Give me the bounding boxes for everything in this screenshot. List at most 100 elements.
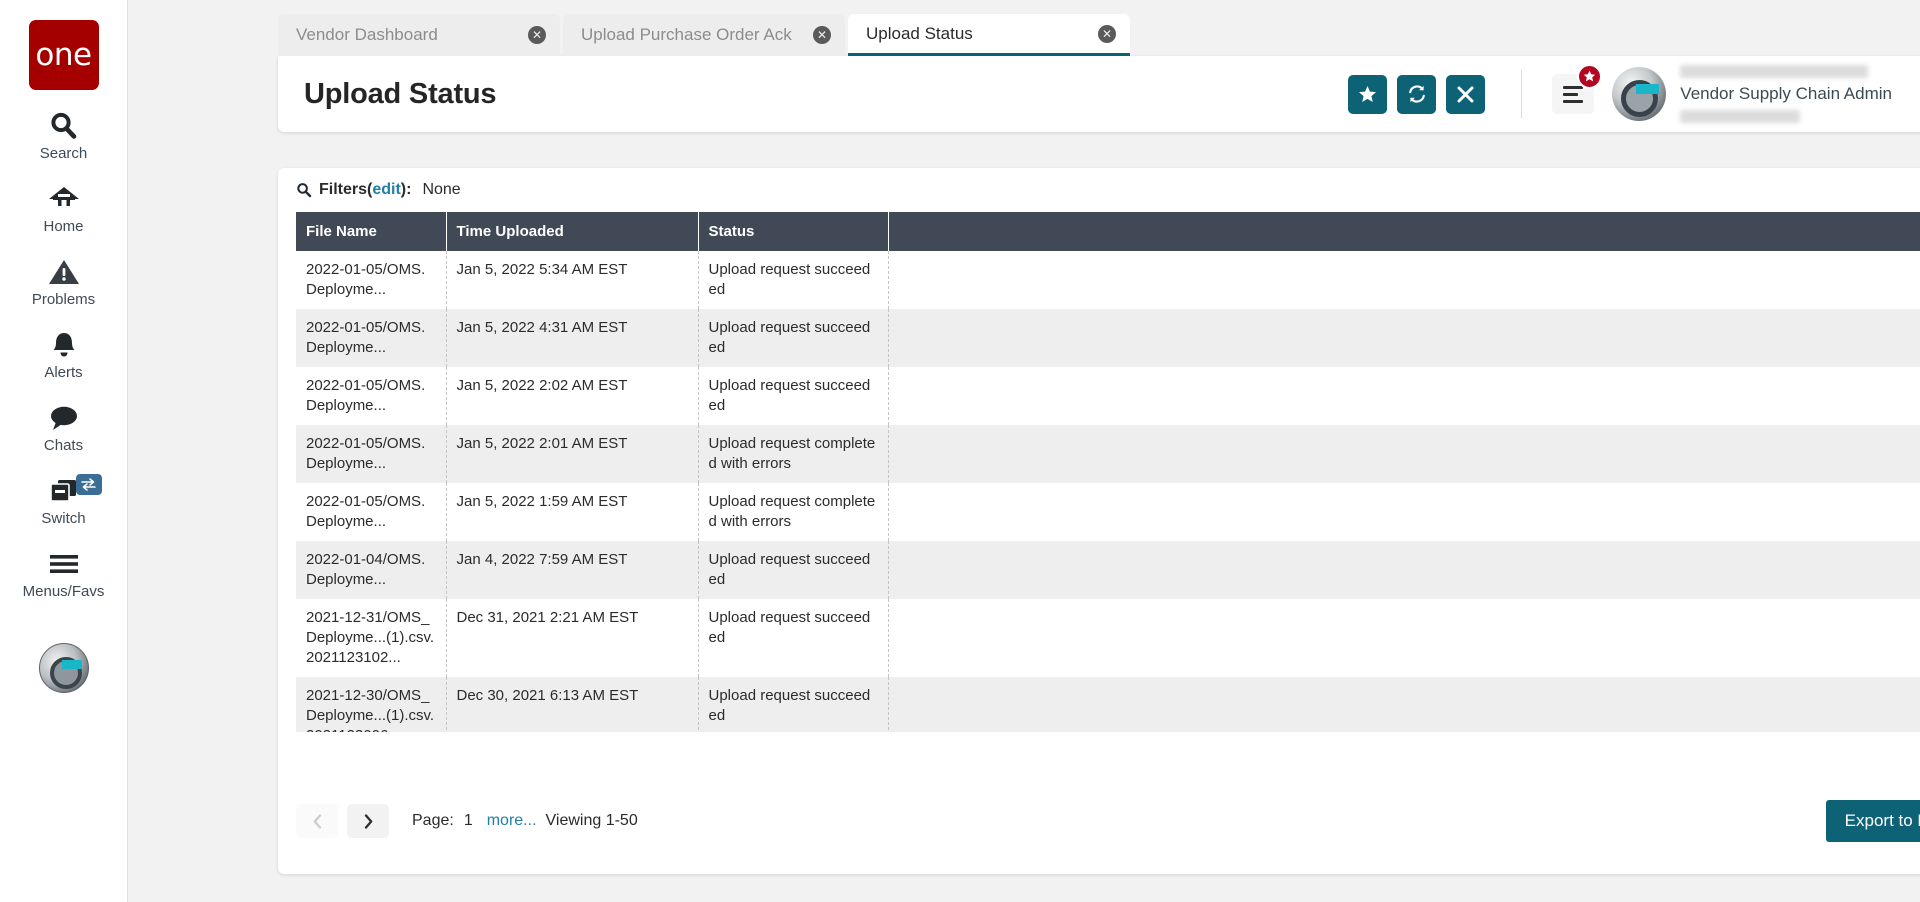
sidebar-item-search[interactable]: Search [0,109,128,163]
tab-label: Vendor Dashboard [296,25,438,44]
cell-filler [888,599,1920,677]
previous-page-button[interactable] [296,804,338,838]
cell-file-name: 2022-01-05/OMS.Deployme... [296,309,447,367]
refresh-icon [1407,84,1427,104]
swap-arrows-icon[interactable] [75,474,102,495]
cell-file-name: 2022-01-04/OMS.Deployme... [296,541,447,599]
menu-button[interactable] [1552,64,1603,114]
redacted-user-name [1680,65,1869,78]
cell-file-name: 2021-12-31/OMS_Deployme...(1).csv.202112… [296,599,447,677]
cell-status: Upload request succeeded [698,309,889,367]
cell-time-uploaded: Dec 31, 2021 2:21 AM EST [446,599,699,677]
windows-stack-icon [48,474,80,508]
header-divider [1521,70,1523,118]
upload-status-table: File Name Time Uploaded Status [296,212,1920,251]
cell-filler [888,367,1920,425]
sidebar-item-menus-favs[interactable]: Menus/Favs [0,547,128,601]
sidebar-item-problems[interactable]: Problems [0,255,128,309]
sidebar-item-label: Chats [43,437,84,454]
avatar[interactable] [38,643,89,693]
sidebar-item-label: Problems [31,291,96,308]
close-button[interactable] [1446,74,1486,114]
warning-triangle-icon [48,255,80,289]
next-page-button[interactable] [347,804,389,838]
filters-edit-link[interactable]: edit [372,181,400,199]
user-role: Vendor Supply Chain Admin [1680,84,1892,103]
sidebar-item-label: Menus/Favs [22,583,105,600]
search-icon [296,182,312,198]
table-row[interactable]: 2021-12-31/OMS_Deployme...(1).csv.202112… [296,599,1920,677]
table-row[interactable]: 2022-01-05/OMS.Deployme... Jan 5, 2022 2… [296,425,1920,483]
cell-filler [888,483,1920,541]
table-row[interactable]: 2021-12-30/OMS_Deployme...(1).csv.202112… [296,677,1920,732]
sidebar-item-alerts[interactable]: Alerts [0,328,128,382]
table-row[interactable]: 2022-01-05/OMS.Deployme... Jan 5, 2022 1… [296,483,1920,541]
main-area: Vendor Dashboard ✕ Upload Purchase Order… [128,0,1920,902]
hamburger-menu-icon [1563,84,1584,105]
table-row[interactable]: 2022-01-05/OMS.Deployme... Jan 5, 2022 2… [296,367,1920,425]
hamburger-icon [47,547,81,581]
more-pages-link[interactable]: more... [487,812,537,830]
viewing-range: Viewing 1-50 [545,812,638,829]
cell-status: Upload request succeeded [698,251,889,309]
close-circle-icon[interactable]: ✕ [813,26,831,44]
page-number[interactable]: 1 [464,812,473,830]
sidebar-item-label: Home [43,218,84,235]
sidebar-item-switch[interactable]: Switch [0,474,128,528]
favorite-button[interactable] [1348,74,1388,114]
column-header-status[interactable]: Status [698,212,889,251]
table-header: File Name Time Uploaded Status [296,212,1920,251]
table-row[interactable]: 2022-01-05/OMS.Deployme... Jan 5, 2022 5… [296,251,1920,309]
home-icon [47,182,81,216]
page-header: Upload Status Vendor Supply Chain Admin [278,56,1920,132]
page-label: Page: [412,812,454,829]
cell-filler [888,309,1920,367]
brand-logo-text: one [35,37,92,73]
refresh-button[interactable] [1397,74,1437,114]
tab-upload-status[interactable]: Upload Status ✕ [848,14,1130,56]
table-row[interactable]: 2022-01-05/OMS.Deployme... Jan 5, 2022 4… [296,309,1920,367]
cell-file-name: 2021-12-30/OMS_Deployme...(1).csv.202112… [296,677,447,732]
sidebar-item-label: Search [39,145,88,162]
table-row[interactable]: 2022-01-04/OMS.Deployme... Jan 4, 2022 7… [296,541,1920,599]
sidebar-item-chats[interactable]: Chats [0,401,128,455]
table-body: 2022-01-05/OMS.Deployme... Jan 5, 2022 5… [296,251,1920,732]
export-to-excel-button[interactable]: Export to Excel [1825,800,1920,842]
tab-upload-purchase-order-ack[interactable]: Upload Purchase Order Ack ✕ [563,14,845,56]
bell-icon [49,328,79,362]
table-header-row: File Name Time Uploaded Status [296,212,1920,251]
cell-status: Upload request completed with errors [698,425,889,483]
sidebar-item-home[interactable]: Home [0,182,128,236]
user-avatar[interactable] [1612,67,1667,121]
cell-time-uploaded: Jan 5, 2022 4:31 AM EST [446,309,699,367]
column-header-time-uploaded[interactable]: Time Uploaded [446,212,699,251]
close-circle-icon[interactable]: ✕ [528,26,546,44]
cell-file-name: 2022-01-05/OMS.Deployme... [296,425,447,483]
chevron-right-icon [364,813,373,829]
cell-file-name: 2022-01-05/OMS.Deployme... [296,367,447,425]
tab-vendor-dashboard[interactable]: Vendor Dashboard ✕ [278,14,560,56]
close-circle-icon[interactable]: ✕ [1098,24,1116,43]
star-badge-icon [1577,64,1603,89]
cell-filler [888,425,1920,483]
sidebar-item-label: Alerts [44,364,83,381]
brand-logo[interactable]: one [28,20,99,90]
filters-bar: Filters ( edit ): None [278,168,1920,212]
cell-time-uploaded: Jan 4, 2022 7:59 AM EST [446,541,699,599]
sidebar-item-label: Switch [41,510,86,527]
cell-time-uploaded: Jan 5, 2022 2:02 AM EST [446,367,699,425]
tab-label: Upload Purchase Order Ack [581,25,792,44]
data-table: File Name Time Uploaded Status 2022-01-0… [296,212,1920,732]
chat-bubble-icon [48,401,80,435]
filters-value: None [422,181,461,198]
column-header-file-name[interactable]: File Name [296,212,447,251]
x-icon [1457,86,1474,103]
page-title: Upload Status [304,77,497,110]
filters-close-paren: ): [400,181,412,198]
cell-time-uploaded: Jan 5, 2022 5:34 AM EST [446,251,699,309]
cell-filler [888,677,1920,732]
star-icon [1358,85,1377,104]
cell-filler [888,251,1920,309]
cell-time-uploaded: Jan 5, 2022 1:59 AM EST [446,483,699,541]
cell-file-name: 2022-01-05/OMS.Deployme... [296,483,447,541]
